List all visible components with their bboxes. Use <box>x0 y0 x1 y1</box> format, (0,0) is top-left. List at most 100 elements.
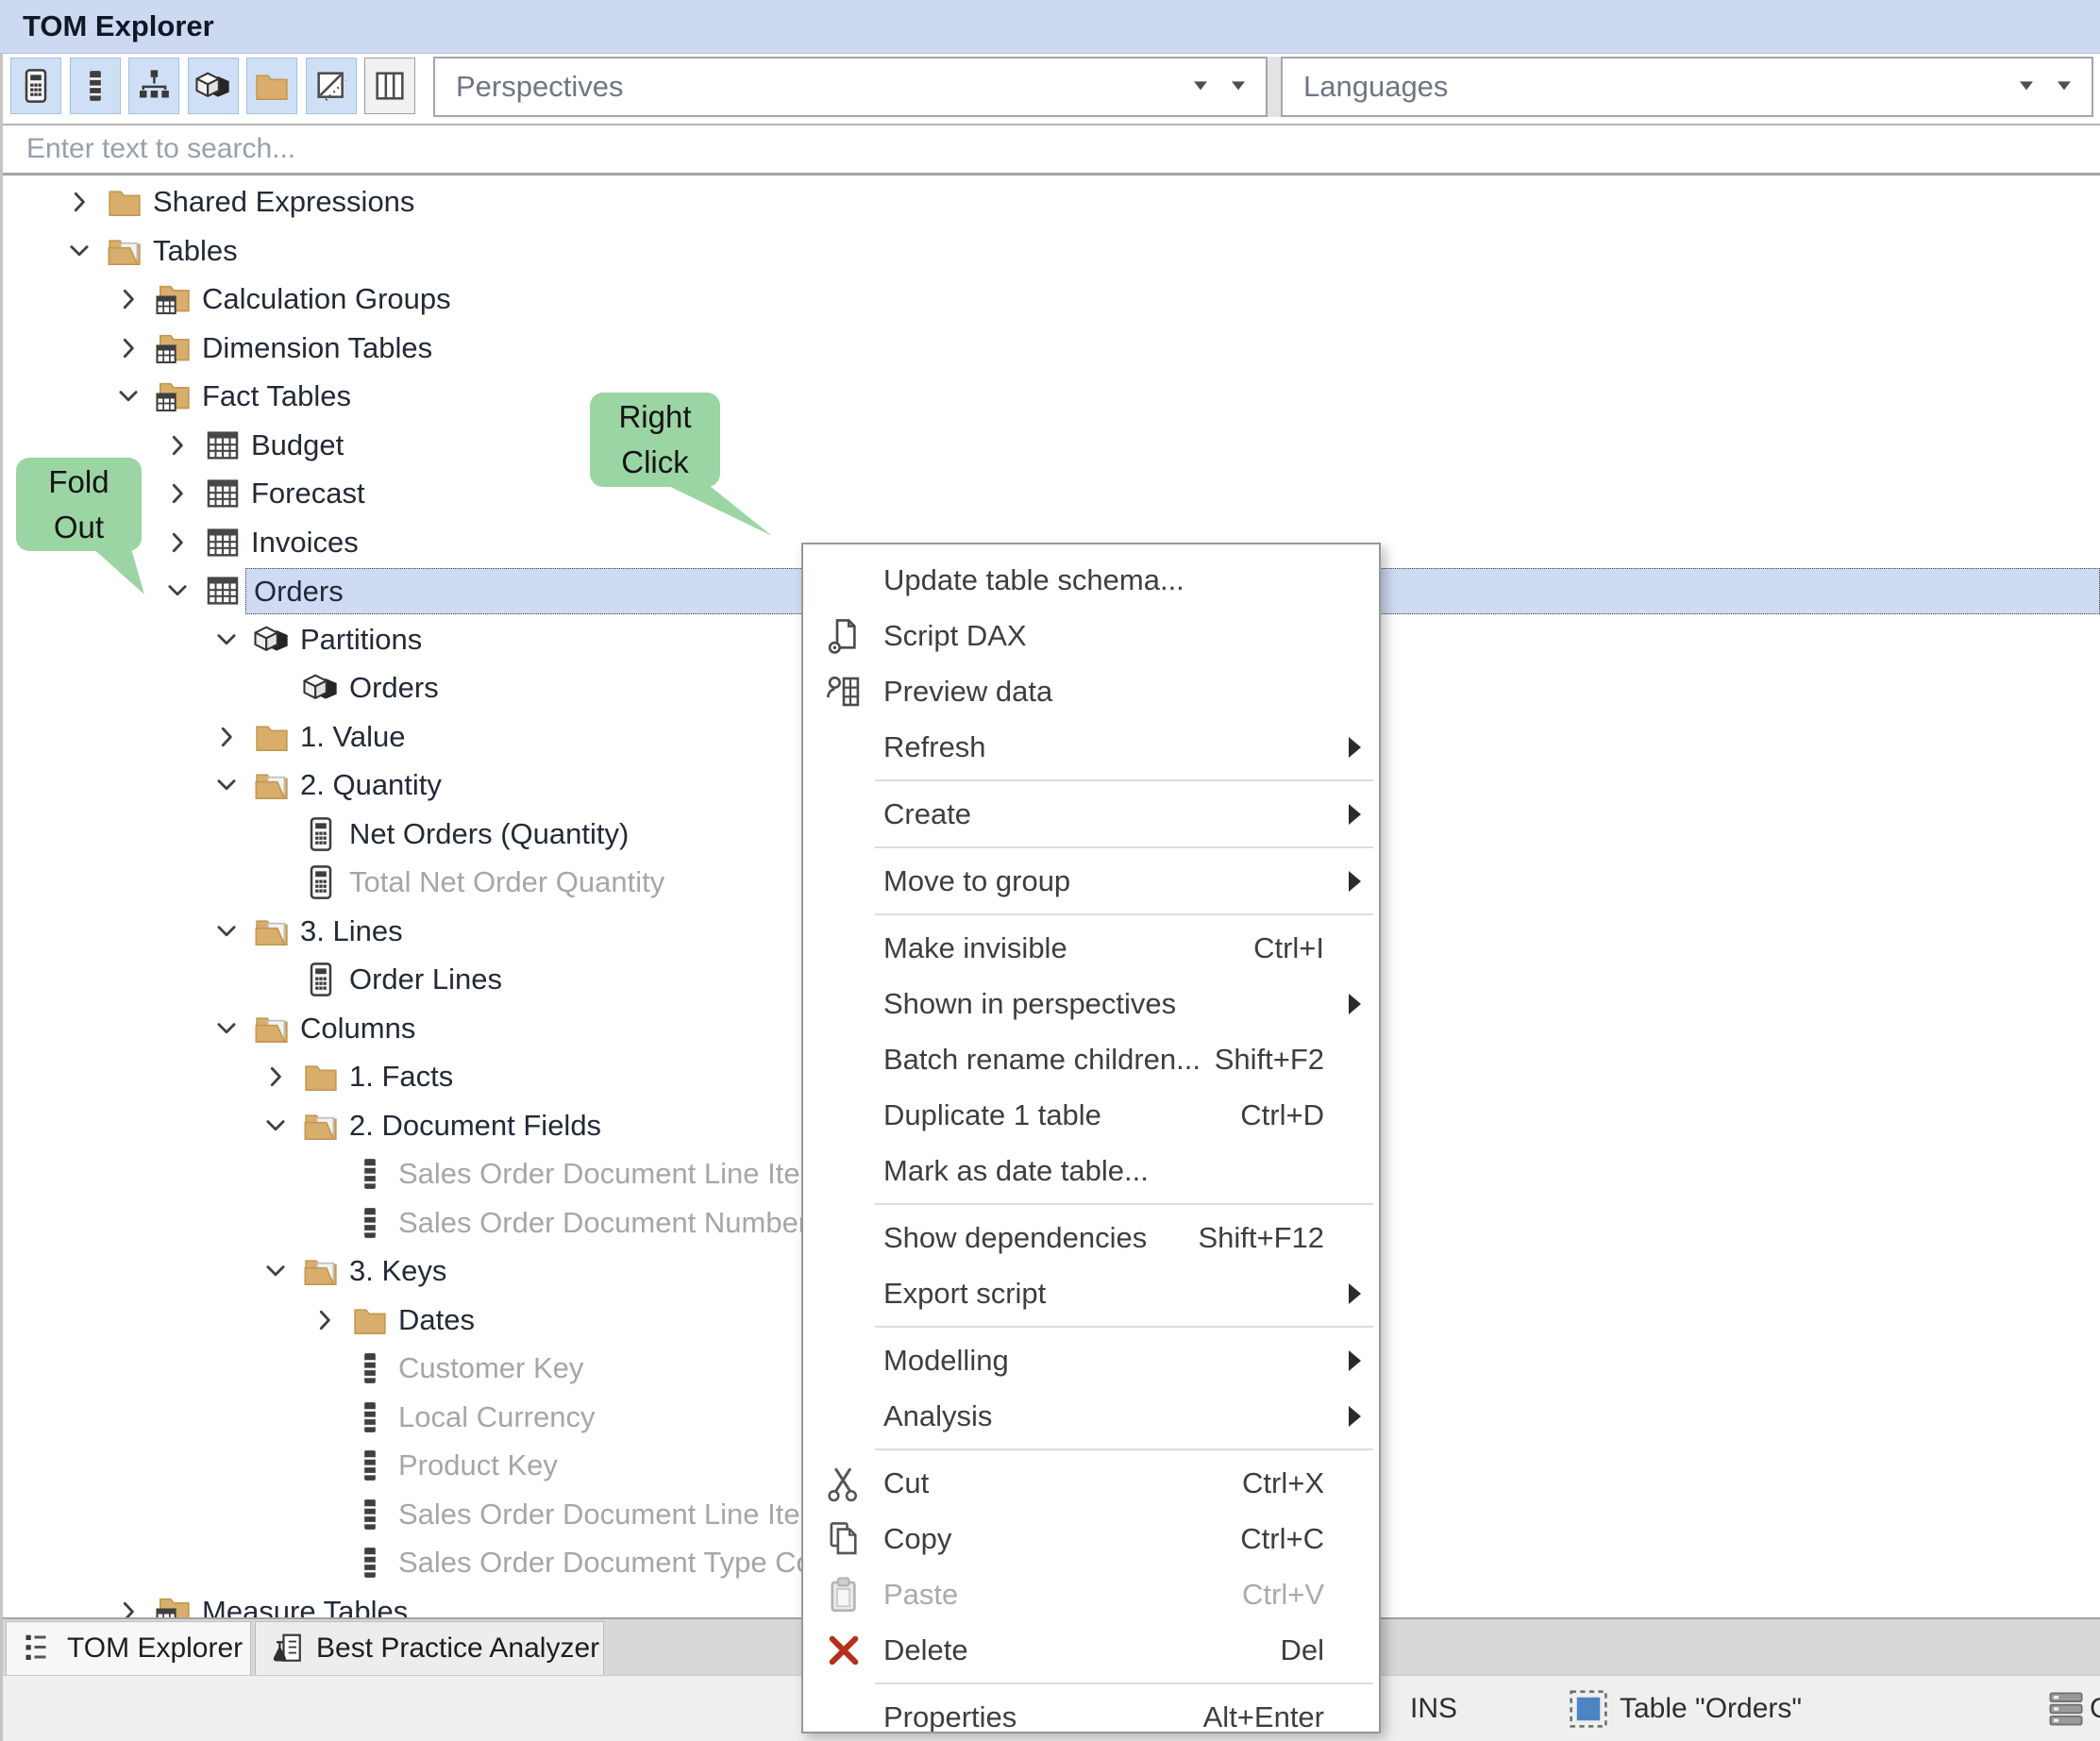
tree-item-fact-tables[interactable]: Fact Tables <box>0 372 2100 421</box>
chevron-down-icon[interactable] <box>208 771 245 799</box>
chevron-down-icon[interactable] <box>208 626 245 654</box>
chevron-right-icon[interactable] <box>109 285 147 313</box>
hierarchy-toggle-button[interactable] <box>128 58 179 114</box>
chevron-down-icon[interactable] <box>1194 81 1207 96</box>
tree-item-budget[interactable]: Budget <box>0 421 2100 470</box>
hidden-objects-toggle-button[interactable] <box>306 58 357 114</box>
status-selected-object: Table "Orders" <box>1620 1676 1802 1741</box>
chevron-right-icon[interactable] <box>60 188 98 216</box>
cube-toggle-button[interactable] <box>188 58 239 114</box>
menu-item-update-table-schema[interactable]: Update table schema... <box>803 552 1379 608</box>
menu-item-cut[interactable]: CutCtrl+X <box>803 1455 1379 1511</box>
chevron-right-icon[interactable] <box>159 479 196 508</box>
menu-item-move-to-group[interactable]: Move to group <box>803 853 1379 909</box>
chevron-spacer <box>306 1403 344 1431</box>
hidden-objects-icon <box>312 67 350 105</box>
menu-item-refresh[interactable]: Refresh <box>803 719 1379 775</box>
menu-item-show-dependencies[interactable]: Show dependenciesShift+F12 <box>803 1210 1379 1265</box>
menu-item-shown-in-perspectives[interactable]: Shown in perspectives <box>803 976 1379 1031</box>
column-toggle-button[interactable] <box>70 58 121 114</box>
chevron-down-icon[interactable] <box>60 237 98 265</box>
menu-item-modelling[interactable]: Modelling <box>803 1332 1379 1388</box>
calculator-toggle-button[interactable] <box>10 58 61 114</box>
chevron-right-icon[interactable] <box>159 528 196 557</box>
menu-item-label: Refresh <box>883 730 1330 764</box>
tab-tom-explorer[interactable]: TOM Explorer <box>6 1621 251 1675</box>
chevron-down-icon[interactable] <box>159 577 196 605</box>
chevron-right-icon[interactable] <box>306 1306 344 1334</box>
tree-item-calculation-groups[interactable]: Calculation Groups <box>0 275 2100 324</box>
menu-item-label: Mark as date table... <box>883 1154 1330 1188</box>
search-input[interactable] <box>0 126 2100 173</box>
tree-item-label: 2. Quantity <box>300 761 442 809</box>
search-bar <box>0 124 2100 176</box>
delete-icon <box>803 1631 883 1670</box>
chevron-down-icon[interactable] <box>208 1014 245 1043</box>
tab-best-practice-analyzer[interactable]: Best Practice Analyzer <box>255 1621 604 1675</box>
perspectives-dropdown[interactable]: Perspectives <box>433 57 1268 117</box>
chevron-down-icon[interactable] <box>257 1257 294 1285</box>
menu-item-paste[interactable]: PasteCtrl+V <box>803 1566 1379 1622</box>
chevron-spacer <box>306 1500 344 1529</box>
tree-item-label: Partitions <box>300 615 422 663</box>
menu-item-analysis[interactable]: Analysis <box>803 1388 1379 1444</box>
tree-item-label: Budget <box>251 421 344 469</box>
columns-toggle-button[interactable] <box>364 58 415 114</box>
menu-item-label: Script DAX <box>883 619 1330 653</box>
tree-item-tables[interactable]: Tables <box>0 226 2100 276</box>
menu-item-make-invisible[interactable]: Make invisibleCtrl+I <box>803 920 1379 976</box>
insert-mode-indicator: INS <box>1410 1676 1457 1741</box>
folder-icon <box>251 718 293 756</box>
menu-item-label: Make invisible <box>883 931 1253 965</box>
submenu-arrow-icon <box>1330 994 1379 1014</box>
folder-table-icon <box>153 1593 194 1618</box>
submenu-arrow-icon <box>1330 1283 1379 1304</box>
folder-open-icon <box>300 1107 342 1145</box>
menu-item-create[interactable]: Create <box>803 786 1379 842</box>
tree-item-forecast[interactable]: Forecast <box>0 469 2100 518</box>
menu-item-label: Update table schema... <box>883 563 1330 597</box>
copy-icon <box>803 1519 883 1559</box>
cube-icon <box>194 67 232 105</box>
menu-item-script-dax[interactable]: Script DAX <box>803 608 1379 663</box>
callout-fold-out: Fold Out <box>16 458 142 551</box>
chevron-down-icon[interactable] <box>1232 81 1245 96</box>
chevron-down-icon[interactable] <box>2020 81 2033 96</box>
folder-toggle-button[interactable] <box>246 58 297 114</box>
languages-dropdown[interactable]: Languages <box>1281 57 2093 117</box>
tree-item-dimension-tables[interactable]: Dimension Tables <box>0 324 2100 373</box>
menu-separator <box>803 909 1379 920</box>
chevron-right-icon[interactable] <box>208 723 245 751</box>
menu-item-duplicate-1-table[interactable]: Duplicate 1 tableCtrl+D <box>803 1087 1379 1143</box>
chevron-right-icon[interactable] <box>109 334 147 362</box>
chevron-spacer <box>306 1209 344 1237</box>
chevron-down-icon[interactable] <box>2058 81 2071 96</box>
tree-item-label: Forecast <box>251 469 365 517</box>
chevron-right-icon[interactable] <box>257 1063 294 1091</box>
menu-item-delete[interactable]: DeleteDel <box>803 1622 1379 1678</box>
chevron-down-icon[interactable] <box>208 917 245 946</box>
menu-item-copy[interactable]: CopyCtrl+C <box>803 1511 1379 1566</box>
calculator-icon <box>300 863 342 901</box>
menu-item-shortcut: Del <box>1280 1633 1324 1667</box>
menu-item-label: Duplicate 1 table <box>883 1098 1240 1132</box>
script-dax-icon <box>803 616 883 656</box>
chevron-right-icon[interactable] <box>159 431 196 460</box>
folder-icon <box>104 183 145 221</box>
chevron-right-icon[interactable] <box>109 1598 147 1618</box>
menu-item-preview-data[interactable]: Preview data <box>803 663 1379 719</box>
menu-item-properties[interactable]: PropertiesAlt+Enter <box>803 1689 1379 1733</box>
chevron-down-icon[interactable] <box>109 382 147 410</box>
menu-item-mark-as-date-table[interactable]: Mark as date table... <box>803 1143 1379 1198</box>
menu-item-batch-rename-children[interactable]: Batch rename children...Shift+F2 <box>803 1031 1379 1087</box>
submenu-arrow-icon <box>1330 871 1379 892</box>
bpa-tab-icon <box>271 1632 305 1666</box>
menu-item-label: Modelling <box>883 1344 1330 1378</box>
menu-item-export-script[interactable]: Export script <box>803 1265 1379 1321</box>
chevron-down-icon[interactable] <box>257 1112 294 1140</box>
context-menu: Update table schema... Script DAX Preview … <box>801 543 1381 1733</box>
tree-item-label: 1. Value <box>300 712 405 761</box>
tree-item-shared-expressions[interactable]: Shared Expressions <box>0 177 2100 226</box>
database-icon <box>2046 1689 2086 1729</box>
tree-item-label: 3. Lines <box>300 907 403 955</box>
